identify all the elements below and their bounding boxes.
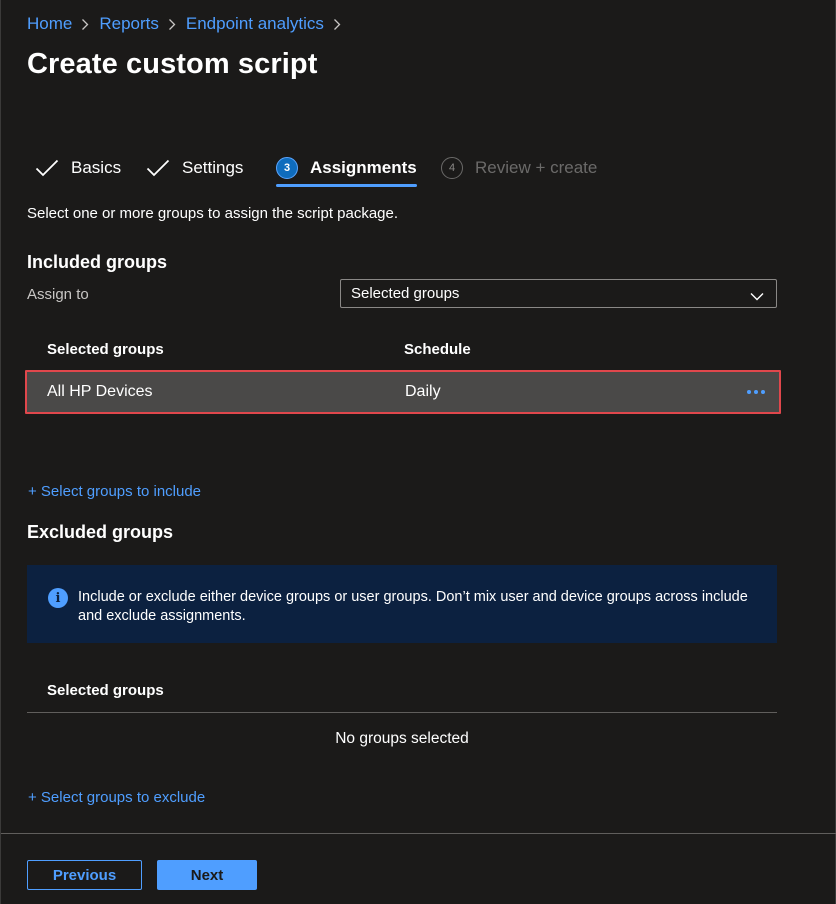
assign-to-dropdown[interactable]: Selected groups: [340, 279, 777, 308]
chevron-right-icon: [168, 18, 176, 31]
info-message-bar: i Include or exclude either device group…: [27, 565, 777, 643]
next-button[interactable]: Next: [157, 860, 257, 890]
chevron-down-icon: [750, 288, 764, 305]
more-options-icon[interactable]: [743, 380, 769, 404]
chevron-right-icon: [333, 18, 341, 31]
schedule-cell: Daily: [405, 383, 441, 400]
info-icon: i: [48, 588, 68, 608]
step-number: 3: [276, 157, 298, 179]
dropdown-value: Selected groups: [351, 285, 460, 302]
chevron-right-icon: [81, 18, 89, 31]
included-groups-heading: Included groups: [27, 252, 168, 272]
tab-review-create: 4 Review + create: [441, 150, 597, 186]
select-groups-to-exclude-link[interactable]: + Select groups to exclude: [28, 789, 205, 806]
empty-state-text: No groups selected: [335, 730, 469, 747]
table-row[interactable]: All HP Devices Daily: [25, 370, 781, 414]
footer-divider: [1, 833, 836, 834]
excluded-groups-heading: Excluded groups: [27, 522, 174, 542]
breadcrumb: Home Reports Endpoint analytics: [27, 14, 351, 34]
breadcrumb-endpoint-analytics[interactable]: Endpoint analytics: [186, 14, 324, 34]
tab-label: Basics: [71, 158, 122, 177]
tab-label: Settings: [182, 158, 244, 177]
tab-label: Review + create: [475, 158, 598, 177]
info-message-text: Include or exclude either device groups …: [78, 589, 748, 624]
breadcrumb-reports[interactable]: Reports: [99, 14, 159, 34]
table-divider: [27, 712, 777, 713]
group-name-cell: All HP Devices: [47, 383, 153, 400]
step-number: 4: [441, 157, 463, 179]
column-header-selected-groups: Selected groups: [47, 682, 164, 699]
check-icon: [35, 158, 61, 178]
select-groups-to-include-link[interactable]: + Select groups to include: [28, 483, 201, 500]
page-title: Create custom script: [27, 48, 318, 80]
tab-basics[interactable]: Basics: [35, 150, 121, 186]
tab-label: Assignments: [310, 158, 417, 177]
tab-settings[interactable]: Settings: [146, 150, 243, 186]
tab-assignments[interactable]: 3 Assignments: [276, 150, 417, 187]
column-header-selected-groups: Selected groups: [47, 341, 164, 358]
blade-frame: Home Reports Endpoint analytics Create c…: [0, 0, 836, 904]
assign-to-label: Assign to: [27, 286, 89, 303]
instruction-text: Select one or more groups to assign the …: [27, 205, 399, 222]
breadcrumb-home[interactable]: Home: [27, 14, 72, 34]
check-icon: [146, 158, 172, 178]
previous-button[interactable]: Previous: [27, 860, 142, 890]
column-header-schedule: Schedule: [404, 341, 471, 358]
